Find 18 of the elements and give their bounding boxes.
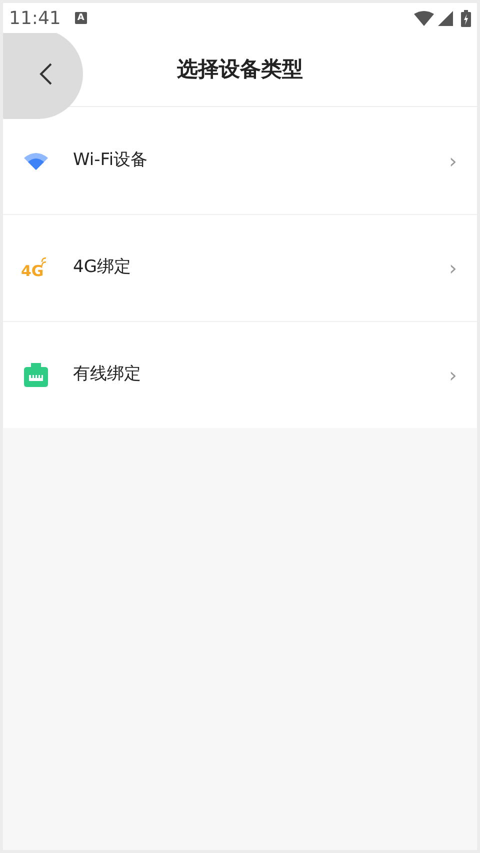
chevron: › [449, 362, 457, 389]
page-title: 选择设备类型 [177, 56, 303, 83]
device-type-item[interactable]: Wi-Fi设备 › [3, 107, 477, 214]
ethernet-port-icon [23, 362, 49, 388]
item-label: 4G绑定 [73, 256, 131, 280]
device-type-item[interactable]: 4G 4G绑定 › [3, 214, 477, 321]
device-type-item[interactable]: 有线绑定 › [3, 321, 477, 428]
cell-signal-icon [438, 10, 453, 26]
notification-icon: A [74, 12, 87, 24]
item-label: 有线绑定 [73, 363, 141, 386]
back-icon [39, 62, 53, 86]
battery-icon [461, 10, 471, 26]
chevron: › [449, 255, 457, 282]
item-label: Wi-Fi设备 [73, 148, 148, 172]
wifi-signal-icon [414, 10, 434, 26]
status-time: 11:41 [9, 6, 61, 30]
chevron: › [449, 148, 457, 174]
wifi-icon [23, 150, 49, 170]
